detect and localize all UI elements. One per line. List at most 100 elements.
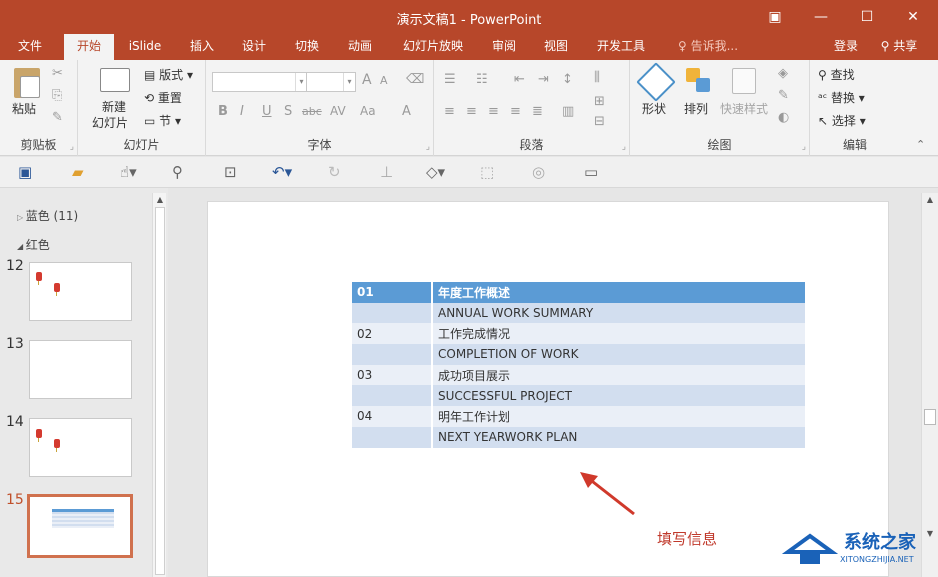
slide-table[interactable]: 01 年度工作概述 ANNUAL WORK SUMMARY 02 工作完成情况 COMPL… xyxy=(352,282,805,448)
share-button[interactable]: ⚲ 共享 xyxy=(868,34,930,60)
tab-animations[interactable]: 动画 xyxy=(338,34,382,60)
paragraph-launcher-icon[interactable]: ⌟ xyxy=(622,142,626,152)
table-cell-number[interactable]: 03 xyxy=(352,364,433,386)
table-cell-title[interactable]: SUCCESSFUL PROJECT xyxy=(432,385,805,407)
align-right-icon[interactable]: ≡ xyxy=(488,104,499,119)
table-row[interactable]: ANNUAL WORK SUMMARY xyxy=(352,302,805,324)
tab-home[interactable]: 开始 xyxy=(64,34,114,60)
paste-button[interactable]: 粘贴 xyxy=(12,100,36,117)
table-cell-title[interactable]: 成功项目展示 xyxy=(432,364,805,386)
slide-thumbnail-13[interactable] xyxy=(29,340,132,399)
numbering-icon[interactable]: ☷ xyxy=(476,72,488,87)
tab-slideshow[interactable]: 幻灯片放映 xyxy=(398,34,468,60)
shape-fill-icon[interactable]: ◈ xyxy=(778,66,788,81)
bullets-icon[interactable]: ☰ xyxy=(444,72,456,87)
reset-button[interactable]: ⟲ 重置 xyxy=(144,89,182,106)
char-spacing-button[interactable]: AV xyxy=(330,104,346,118)
table-cell-number[interactable]: 02 xyxy=(352,323,433,345)
text-direction-icon[interactable]: ⫼ xyxy=(594,70,600,85)
increase-indent-icon[interactable]: ⇥ xyxy=(538,72,549,87)
table-cell-title[interactable]: 年度工作概述 xyxy=(432,282,805,303)
font-launcher-icon[interactable]: ⌟ xyxy=(426,142,430,152)
login-link[interactable]: 登录 xyxy=(828,34,864,60)
section-red[interactable]: ◢ 红色 xyxy=(17,236,50,253)
font-family-combo[interactable]: ▾ xyxy=(212,72,308,92)
format-icon[interactable]: ⊥ xyxy=(380,163,393,181)
thumbnail-scrollbar[interactable]: ▲ xyxy=(152,193,166,577)
save-icon[interactable]: ▣ xyxy=(18,163,32,181)
picture-icon[interactable]: ▭ xyxy=(584,163,598,181)
redo-icon[interactable]: ↻ xyxy=(328,163,341,181)
line-spacing-icon[interactable]: ↕ xyxy=(562,72,573,87)
table-cell-number[interactable] xyxy=(352,344,433,365)
columns-icon[interactable]: ▥ xyxy=(562,104,574,119)
table-cell-number[interactable]: 04 xyxy=(352,406,433,427)
format-painter-icon[interactable]: ✎ xyxy=(52,110,63,125)
smartart-icon[interactable]: ⊟ xyxy=(594,114,605,129)
clipboard-launcher-icon[interactable]: ⌟ xyxy=(70,142,74,152)
shape-icon[interactable]: ◇▾ xyxy=(426,163,445,181)
print-preview-icon[interactable]: ⚲ xyxy=(172,163,183,181)
table-cell-title[interactable]: COMPLETION OF WORK xyxy=(432,344,805,365)
select-button[interactable]: ↖ 选择 ▾ xyxy=(818,112,866,129)
section-blue[interactable]: ▷ 蓝色 (11) xyxy=(17,207,78,224)
scroll-up-icon[interactable]: ▲ xyxy=(153,195,167,204)
table-cell-title[interactable]: 明年工作计划 xyxy=(432,406,805,427)
table-cell-number[interactable]: 01 xyxy=(352,282,433,303)
cut-icon[interactable]: ✂ xyxy=(52,66,63,81)
shrink-font-icon[interactable]: A xyxy=(380,74,388,87)
table-cell-number[interactable] xyxy=(352,302,433,324)
slideshow-from-start-icon[interactable]: ⊡ xyxy=(224,163,237,181)
layout-button[interactable]: ▤ 版式 ▾ xyxy=(144,66,193,83)
table-row[interactable]: 01 年度工作概述 xyxy=(352,282,805,303)
copy-icon[interactable]: ⎘ xyxy=(52,88,62,103)
tell-me-box[interactable]: ♀ 告诉我... xyxy=(672,34,744,60)
table-row[interactable]: SUCCESSFUL PROJECT xyxy=(352,385,805,407)
table-row[interactable]: 02 工作完成情况 xyxy=(352,323,805,345)
section-button[interactable]: ▭ 节 ▾ xyxy=(144,112,181,129)
slide-thumbnail-12[interactable] xyxy=(29,262,132,321)
justify-icon[interactable]: ≡ xyxy=(510,104,521,119)
drawing-launcher-icon[interactable]: ⌟ xyxy=(802,142,806,152)
quick-styles-button[interactable]: 快速样式 xyxy=(720,100,768,117)
tab-view[interactable]: 视图 xyxy=(534,34,578,60)
merge-shapes-icon[interactable]: ◎ xyxy=(532,163,545,181)
italic-button[interactable]: I xyxy=(240,104,244,119)
table-row[interactable]: 04 明年工作计划 xyxy=(352,406,805,427)
table-row[interactable]: 03 成功项目展示 xyxy=(352,364,805,386)
scrollbar-thumb[interactable] xyxy=(924,409,936,425)
bold-button[interactable]: B xyxy=(218,104,228,119)
find-button[interactable]: ⚲ 查找 xyxy=(818,66,855,83)
table-row[interactable]: COMPLETION OF WORK xyxy=(352,344,805,365)
align-left-icon[interactable]: ≡ xyxy=(444,104,455,119)
undo-icon[interactable]: ↶▾ xyxy=(272,163,292,181)
slide-thumbnail-15[interactable] xyxy=(27,494,133,558)
decrease-indent-icon[interactable]: ⇤ xyxy=(514,72,525,87)
open-folder-icon[interactable]: ▰ xyxy=(72,163,84,181)
shape-effects-icon[interactable]: ◐ xyxy=(778,110,789,125)
strikethrough-button[interactable]: abc xyxy=(302,105,322,118)
table-row[interactable]: NEXT YEARWORK PLAN xyxy=(352,426,805,448)
table-cell-number[interactable] xyxy=(352,385,433,407)
minimize-button[interactable]: — xyxy=(806,6,836,28)
shape-outline-icon[interactable]: ✎ xyxy=(778,88,789,103)
table-cell-title[interactable]: 工作完成情况 xyxy=(432,323,805,345)
font-size-combo[interactable]: ▾ xyxy=(306,72,356,92)
arrange-button[interactable]: 排列 xyxy=(684,100,708,117)
table-cell-title[interactable]: NEXT YEARWORK PLAN xyxy=(432,426,805,448)
collapse-ribbon-icon[interactable]: ⌃ xyxy=(916,138,925,151)
tab-transitions[interactable]: 切换 xyxy=(285,34,329,60)
touch-mode-icon[interactable]: ☝▾ xyxy=(120,163,137,181)
table-cell-title[interactable]: ANNUAL WORK SUMMARY xyxy=(432,302,805,324)
clear-format-icon[interactable]: ⌫ xyxy=(406,72,424,87)
tab-insert[interactable]: 插入 xyxy=(180,34,224,60)
new-slide-label-2[interactable]: 幻灯片 xyxy=(92,114,128,131)
tab-design[interactable]: 设计 xyxy=(232,34,276,60)
change-case-button[interactable]: Aa xyxy=(360,104,376,118)
distributed-icon[interactable]: ≣ xyxy=(532,104,543,119)
font-color-button[interactable]: A xyxy=(402,104,411,119)
maximize-button[interactable]: ☐ xyxy=(852,6,882,28)
close-button[interactable]: ✕ xyxy=(898,6,928,28)
shapes-button[interactable]: 形状 xyxy=(642,100,666,117)
replace-button[interactable]: ᵃᶜ 替换 ▾ xyxy=(818,89,865,106)
